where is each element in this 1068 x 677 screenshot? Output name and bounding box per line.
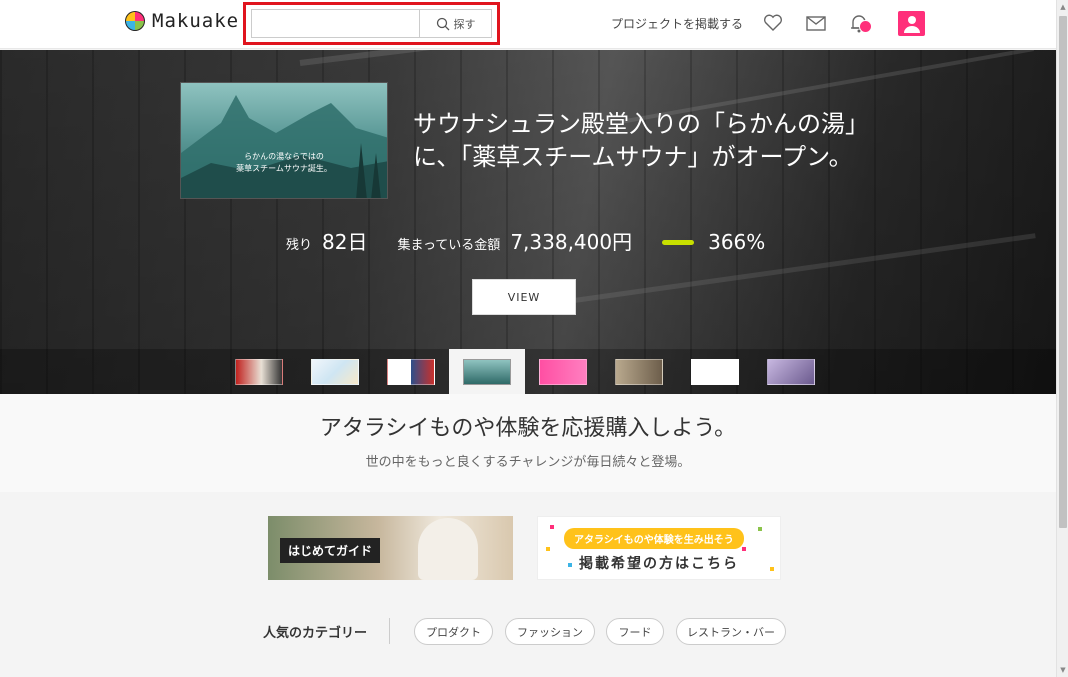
hero-title[interactable]: サウナシュラン殿堂入りの「らかんの湯」 に、「薬草スチームサウナ」がオープン。 bbox=[413, 108, 893, 174]
search-icon bbox=[436, 17, 449, 30]
user-account-button[interactable] bbox=[898, 11, 925, 36]
funding-percent: 366% bbox=[708, 230, 766, 254]
user-icon bbox=[903, 15, 920, 33]
search-button[interactable]: 探す bbox=[419, 10, 491, 37]
carousel-thumbnail[interactable] bbox=[539, 359, 587, 385]
view-project-button[interactable]: VIEW bbox=[472, 279, 576, 315]
page-scrollbar[interactable]: ▲ ▼ bbox=[1056, 0, 1068, 677]
heart-icon[interactable] bbox=[762, 12, 784, 34]
tagline-section: アタラシイものや体験を応援購入しよう。 世の中をもっと良くするチャレンジが毎日続… bbox=[0, 394, 1056, 492]
popular-categories-title: 人気のカテゴリー bbox=[263, 626, 368, 641]
post-banner-title: 掲載希望の方はこちら bbox=[579, 556, 739, 572]
search-button-label: 探す bbox=[453, 17, 476, 31]
carousel-thumbnail[interactable] bbox=[691, 359, 739, 385]
hero-title-line: に、「薬草スチームサウナ」がオープン。 bbox=[413, 143, 853, 171]
remaining-label: 残り bbox=[286, 238, 313, 253]
funding-progress-bar bbox=[662, 240, 695, 245]
logo[interactable]: Makuake bbox=[124, 10, 239, 32]
carousel-thumbnail[interactable] bbox=[235, 359, 283, 385]
project-feature-image[interactable]: らかんの湯ならではの 薬草スチームサウナ誕生。 bbox=[180, 82, 388, 199]
funding-stats: 残り 82日 集まっている金額 7,338,400円 366% bbox=[286, 226, 795, 255]
hero-shade bbox=[0, 50, 1056, 394]
mountain-illustration bbox=[181, 95, 387, 198]
mail-icon[interactable] bbox=[805, 12, 827, 34]
feature-image-text: らかんの湯ならではの bbox=[244, 152, 324, 161]
carousel-thumbnail[interactable] bbox=[615, 359, 663, 385]
raised-amount: 7,338,400円 bbox=[510, 230, 633, 254]
confetti-dot bbox=[550, 525, 554, 529]
hero-title-line: サウナシュラン殿堂入りの「らかんの湯」 bbox=[413, 110, 869, 138]
category-pill-fashion[interactable]: ファッション bbox=[505, 618, 595, 645]
search-input[interactable] bbox=[252, 10, 419, 37]
site-header: Makuake 探す プロジェクトを掲載する bbox=[0, 0, 1056, 49]
feature-image-text: 薬草スチームサウナ誕生。 bbox=[236, 164, 332, 173]
remaining-days: 82日 bbox=[322, 230, 368, 254]
category-pill-product[interactable]: プロダクト bbox=[414, 618, 493, 645]
scroll-up-arrow-icon[interactable]: ▲ bbox=[1059, 3, 1067, 11]
tagline-heading: アタラシイものや体験を応援購入しよう。 bbox=[319, 416, 737, 441]
confetti-dot bbox=[742, 547, 746, 551]
category-pill-restaurant-bar[interactable]: レストラン・バー bbox=[676, 618, 786, 645]
carousel-thumbnail[interactable] bbox=[767, 359, 815, 385]
logo-text: Makuake bbox=[152, 10, 240, 32]
logo-mark-icon bbox=[124, 10, 146, 32]
post-project-link[interactable]: プロジェクトを掲載する bbox=[611, 15, 743, 32]
post-project-banner[interactable]: アタラシイものや体験を生み出そう 掲載希望の方はこちら bbox=[537, 516, 781, 580]
hero-carousel: らかんの湯ならではの 薬草スチームサウナ誕生。 サウナシュラン殿堂入りの「らかん… bbox=[0, 50, 1056, 394]
confetti-dot bbox=[758, 527, 762, 531]
scrollbar-thumb[interactable] bbox=[1059, 16, 1067, 528]
carousel-thumbnails bbox=[0, 349, 1056, 394]
carousel-thumbnail[interactable] bbox=[463, 359, 511, 385]
search-box: 探す bbox=[251, 9, 492, 38]
raised-label: 集まっている金額 bbox=[397, 238, 501, 253]
scroll-down-arrow-icon[interactable]: ▼ bbox=[1059, 666, 1067, 674]
first-time-guide-banner[interactable]: はじめてガイド bbox=[268, 516, 513, 580]
confetti-dot bbox=[546, 547, 550, 551]
notification-dot bbox=[859, 20, 872, 33]
tagline-subheading: 世の中をもっと良くするチャレンジが毎日続々と登場。 bbox=[365, 455, 691, 470]
guide-banner-label: はじめてガイド bbox=[280, 538, 381, 563]
guide-photo bbox=[418, 518, 478, 580]
category-pill-food[interactable]: フード bbox=[606, 618, 664, 645]
carousel-thumbnail[interactable] bbox=[311, 359, 359, 385]
carousel-thumbnail[interactable] bbox=[387, 359, 435, 385]
category-divider bbox=[389, 618, 390, 644]
page: Makuake 探す プロジェクトを掲載する らかんの湯ならではの 薬草スチーム… bbox=[0, 0, 1068, 677]
post-banner-pill: アタラシイものや体験を生み出そう bbox=[564, 528, 744, 549]
